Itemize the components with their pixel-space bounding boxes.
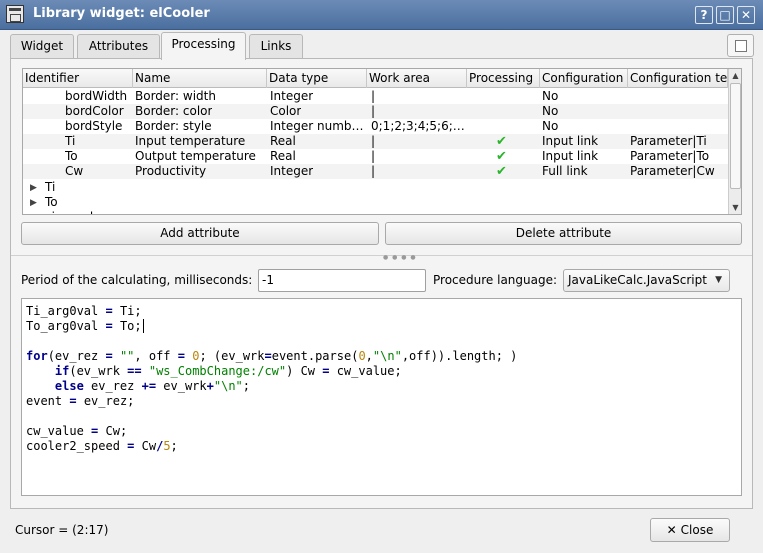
table-row[interactable]: bordWidth Border: width Integer | No [23, 89, 728, 104]
cell-identifier: bordStyle [65, 119, 123, 133]
cell-work-area: | [371, 134, 376, 148]
table-row[interactable]: bordStyle Border: style Integer numb… 0;… [23, 119, 728, 134]
cell-name: Border: color [135, 104, 213, 118]
col-configuration-template[interactable]: Configuration te [628, 69, 728, 88]
cell-type: Real [270, 134, 296, 148]
check-icon[interactable]: ✔ [496, 164, 507, 179]
cell-work-area: | [371, 89, 376, 103]
cell-work-area: 0;1;2;3;4;5;6;… [371, 119, 465, 133]
cell-name: Output temperature [135, 149, 256, 163]
period-label: Period of the calculating, milliseconds: [21, 273, 253, 287]
scroll-up-icon[interactable]: ▲ [729, 69, 741, 82]
tab-links[interactable]: Links [249, 34, 303, 59]
help-button[interactable]: ? [695, 6, 713, 24]
table-row[interactable]: To Output temperature Real | ✔ Input lin… [23, 149, 728, 164]
delete-attribute-button[interactable]: Delete attribute [385, 222, 742, 245]
col-configuration[interactable]: Configuration [540, 69, 628, 88]
cell-type: Integer [270, 164, 314, 178]
cell-type: Real [270, 149, 296, 163]
cell-identifier: bordColor [65, 104, 124, 118]
cell-work-area: | [371, 164, 376, 178]
close-window-button[interactable]: ✕ [737, 6, 755, 24]
cell-name: Productivity [135, 164, 207, 178]
period-input[interactable]: -1 [258, 269, 426, 292]
cell-name: Input temperature [135, 134, 246, 148]
corner-action-button[interactable] [727, 34, 754, 57]
code-line: Ti_arg0val = Ti; [26, 304, 142, 318]
cell-type: Integer [270, 89, 314, 103]
col-identifier[interactable]: Identifier [23, 69, 133, 88]
expand-arrow-icon[interactable]: ▶ [30, 181, 37, 196]
cursor-status: Cursor = (2:17) [15, 523, 109, 537]
procedure-code-editor[interactable]: Ti_arg0val = Ti; To_arg0val = To; for(ev… [21, 298, 742, 496]
cell-configuration: Full link [542, 164, 588, 178]
cell-type: Integer numb… [270, 119, 364, 133]
procedure-language-value: JavaLikeCalc.JavaScript [568, 273, 707, 287]
cell-configuration-template: Parameter|Cw [630, 164, 715, 178]
table-scrollbar[interactable]: ▲ ▼ [728, 69, 741, 214]
close-icon: ✕ [666, 523, 677, 537]
tab-widget[interactable]: Widget [10, 34, 74, 59]
code-line: if(ev_wrk == "ws_CombChange:/cw") Cw = c… [54, 364, 402, 378]
code-line: for(ev_rez = "", off = 0; (ev_wrk=event.… [26, 349, 518, 363]
check-icon[interactable]: ✔ [496, 149, 507, 164]
cell-configuration: No [542, 89, 559, 103]
cell-identifier: Ti [65, 134, 76, 148]
tab-attributes[interactable]: Attributes [77, 34, 160, 59]
cell-configuration-template: Parameter|Ti [630, 134, 707, 148]
col-work-area[interactable]: Work area [367, 69, 467, 88]
tree-item[interactable]: ▶ Ti [23, 180, 728, 195]
library-widget-icon [6, 5, 24, 23]
cell-name: Border: width [135, 89, 216, 103]
code-line: else ev_rez += ev_wrk+"\n"; [54, 379, 251, 393]
cell-name: Border: style [135, 119, 212, 133]
cell-work-area: | [371, 149, 376, 163]
maximize-button[interactable]: □ [716, 6, 734, 24]
attributes-table: Identifier Name Data type Work area Proc… [22, 68, 742, 215]
col-name[interactable]: Name [133, 69, 267, 88]
code-line: cw_value = Cw; [26, 424, 128, 438]
scroll-down-icon[interactable]: ▼ [729, 201, 741, 214]
col-data-type[interactable]: Data type [267, 69, 367, 88]
cell-identifier: bordWidth [65, 89, 128, 103]
check-icon[interactable]: ✔ [496, 134, 507, 149]
close-button[interactable]: ✕ Close [650, 518, 730, 542]
tab-processing[interactable]: Processing [161, 32, 246, 60]
tree-item[interactable]: ▶ To [23, 195, 728, 210]
cell-identifier: To [65, 149, 78, 163]
expand-arrow-icon[interactable]: ▶ [30, 211, 37, 214]
table-row[interactable]: Ti Input temperature Real | ✔ Input link… [23, 134, 728, 149]
cell-identifier: Cw [65, 164, 84, 178]
expand-arrow-icon[interactable]: ▶ [30, 196, 37, 211]
col-processing[interactable]: Processing [467, 69, 540, 88]
code-line: To_arg0val = To; [26, 319, 144, 333]
procedure-language-label: Procedure language: [433, 273, 558, 287]
scroll-thumb[interactable] [730, 83, 741, 189]
cell-configuration: No [542, 104, 559, 118]
cell-configuration: No [542, 119, 559, 133]
cell-configuration: Input link [542, 134, 599, 148]
chevron-down-icon: ▼ [715, 275, 722, 285]
table-row[interactable]: bordColor Border: color Color | No [23, 104, 728, 119]
procedure-language-select[interactable]: JavaLikeCalc.JavaScript ▼ [563, 269, 730, 292]
tree-item[interactable]: ▶ cip_cooler [23, 210, 728, 214]
table-header: Identifier Name Data type Work area Proc… [23, 69, 728, 88]
window-title: Library widget: elCooler [33, 6, 210, 21]
add-attribute-button[interactable]: Add attribute [21, 222, 379, 245]
page-icon [735, 40, 747, 52]
cell-configuration-template: Parameter|To [630, 149, 710, 163]
cell-configuration: Input link [542, 149, 599, 163]
code-line: event = ev_rez; [26, 394, 135, 408]
code-line: cooler2_speed = Cw/5; [26, 439, 178, 453]
cell-work-area: | [371, 104, 376, 118]
table-row[interactable]: Cw Productivity Integer | ✔ Full link Pa… [23, 164, 728, 179]
cell-type: Color [270, 104, 302, 118]
title-bar: Library widget: elCooler ? □ ✕ [0, 0, 763, 30]
splitter-handle[interactable]: ● ● ● ● [11, 254, 752, 261]
